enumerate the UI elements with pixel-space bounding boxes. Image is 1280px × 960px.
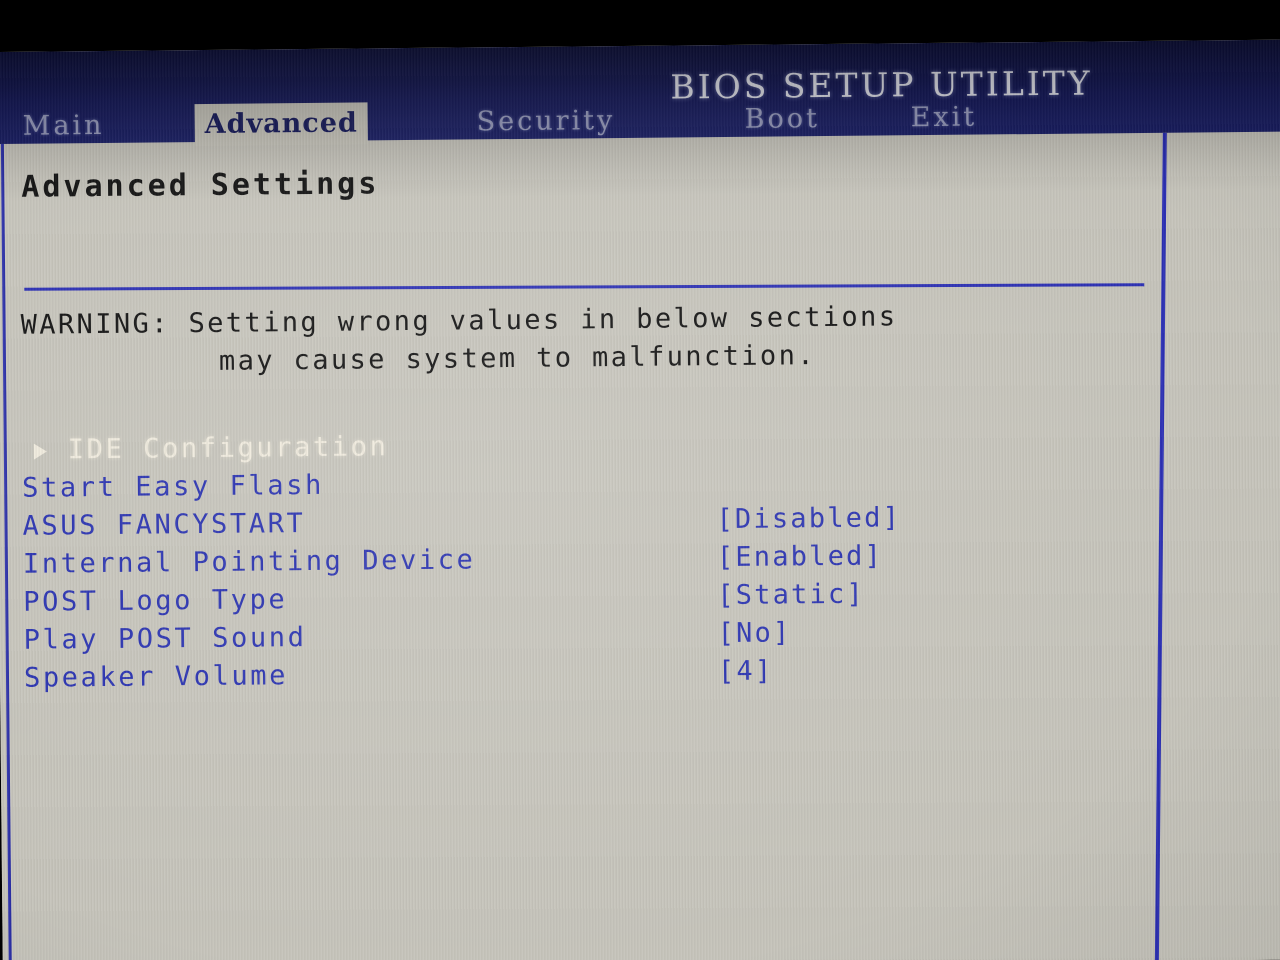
bios-screen: BIOS SETUP UTILITY Main Advanced Security B… xyxy=(0,39,1280,960)
setting-label: Play POST Sound xyxy=(23,622,307,656)
heading-divider xyxy=(24,283,1145,291)
photo-frame: BIOS SETUP UTILITY Main Advanced Security B… xyxy=(0,0,1280,960)
setting-label: Start Easy Flash xyxy=(22,469,325,504)
tab-security[interactable]: Security xyxy=(466,100,625,144)
warning-message: WARNING: Setting wrong values in below s… xyxy=(20,296,1131,383)
tab-advanced[interactable]: Advanced xyxy=(194,102,369,147)
submenu-arrow-icon xyxy=(33,443,47,460)
tab-exit[interactable]: Exit xyxy=(900,96,987,139)
setting-value[interactable]: [4] xyxy=(718,653,774,692)
setting-label: IDE Configuration xyxy=(67,431,389,466)
section-heading: Advanced Settings xyxy=(21,166,380,205)
setting-label: POST Logo Type xyxy=(23,584,288,618)
tab-main[interactable]: Main xyxy=(13,105,115,148)
tab-boot[interactable]: Boot xyxy=(734,98,830,141)
setting-label: Speaker Volume xyxy=(23,660,289,694)
setting-label: Internal Pointing Device xyxy=(22,544,476,580)
setting-label: ASUS FANCYSTART xyxy=(22,508,306,542)
settings-list: IDE Configuration Start Easy Flash ASUS FA… xyxy=(22,421,1135,698)
setting-value[interactable]: [Enabled] xyxy=(717,537,883,577)
main-content-area: Advanced Settings WARNING: Setting wrong… xyxy=(0,131,1280,960)
setting-value[interactable]: [Disabled] xyxy=(716,499,901,539)
setting-value[interactable]: [Static] xyxy=(717,576,865,615)
setting-value[interactable]: [No] xyxy=(717,614,791,653)
